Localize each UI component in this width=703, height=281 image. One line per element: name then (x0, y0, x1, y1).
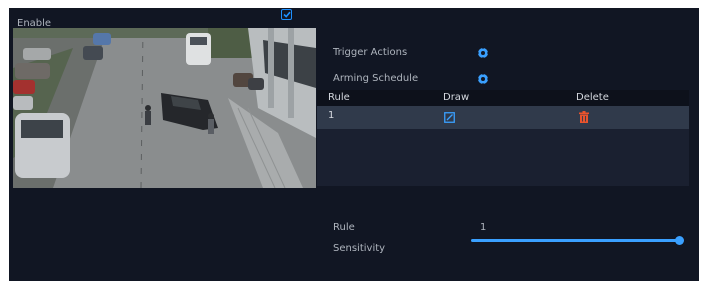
sensitivity-slider[interactable] (471, 239, 681, 242)
enable-checkbox[interactable] (281, 9, 292, 20)
rule-value: 1 (480, 222, 487, 233)
sensitivity-label: Sensitivity (333, 243, 386, 254)
gear-icon[interactable] (477, 73, 489, 85)
rule-table: Rule Draw Delete 1 (317, 90, 689, 186)
trash-icon[interactable] (579, 111, 589, 123)
checkmark-icon (283, 11, 291, 18)
gear-icon[interactable] (477, 47, 489, 59)
column-header-rule: Rule (328, 92, 350, 103)
column-header-delete: Delete (576, 92, 609, 103)
edit-icon[interactable] (444, 112, 455, 123)
camera-preview[interactable] (13, 28, 316, 188)
table-row[interactable]: 1 (317, 106, 689, 129)
rule-number: 1 (328, 110, 335, 121)
sensitivity-slider-handle[interactable] (675, 236, 684, 245)
rule-label: Rule (333, 222, 355, 233)
camera-scene-image (13, 28, 316, 188)
arming-schedule-label: Arming Schedule (333, 73, 419, 84)
trigger-actions-label: Trigger Actions (333, 47, 408, 58)
column-header-draw: Draw (443, 92, 470, 103)
table-header: Rule Draw Delete (317, 90, 689, 106)
